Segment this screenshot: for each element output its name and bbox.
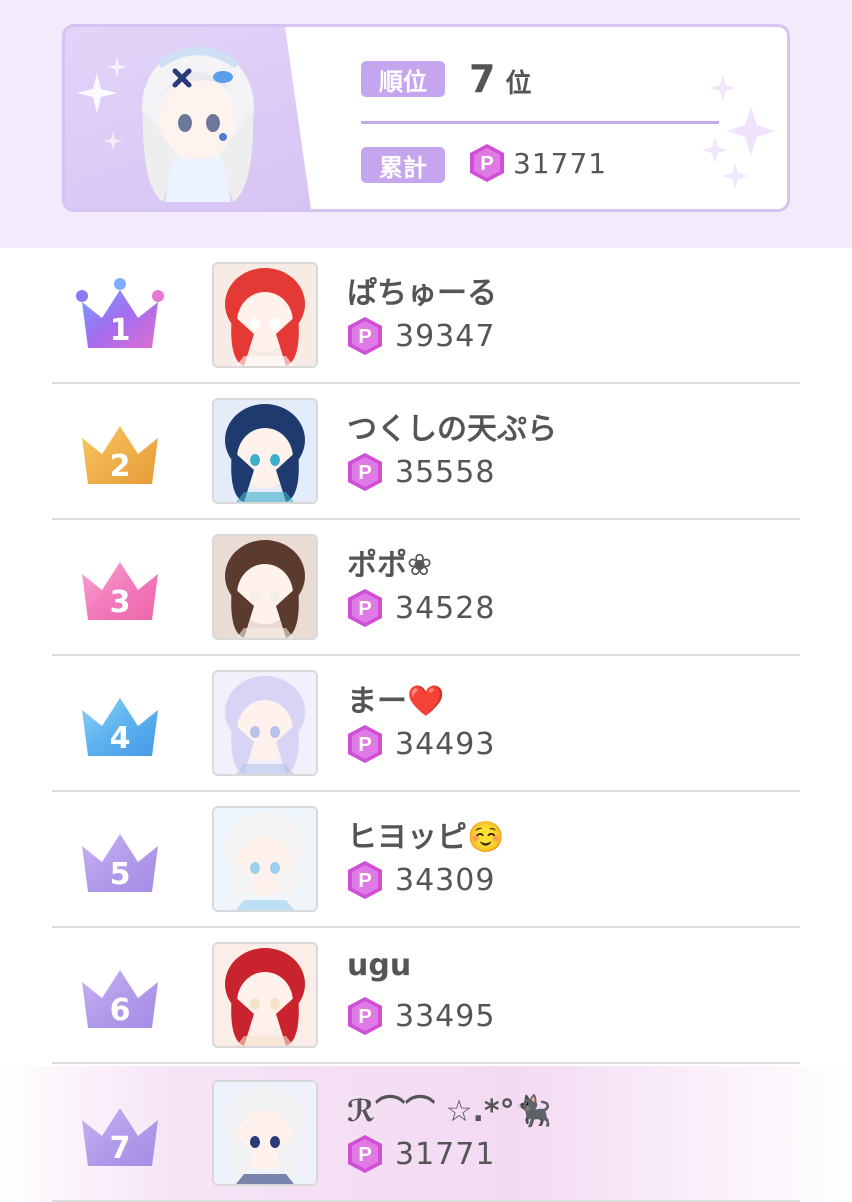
user-points: P 33495 — [347, 996, 495, 1036]
user-name: まー❤️ — [347, 684, 445, 719]
my-rank-value: 7 位 — [469, 57, 532, 101]
crown-icon: 5 — [82, 834, 158, 892]
user-avatar[interactable] — [212, 398, 318, 504]
p-point-icon: P — [347, 452, 383, 492]
my-rank-card: 順位 7 位 累計 P 31771 — [62, 24, 790, 212]
svg-text:P: P — [358, 326, 371, 348]
row-divider — [52, 1062, 800, 1064]
crown-rank-number: 2 — [110, 449, 131, 484]
user-points: P 34493 — [347, 724, 495, 764]
user-points: P 35558 — [347, 452, 495, 492]
svg-text:P: P — [358, 598, 371, 620]
user-points: P 34528 — [347, 588, 495, 628]
ranking-row-4[interactable]: 4 まー❤️ P 34493 — [0, 656, 852, 792]
divider — [361, 121, 719, 124]
user-name: ℛ⌒⌒ ☆.*°🐈‍⬛ — [347, 1094, 552, 1129]
svg-text:P: P — [358, 1144, 371, 1166]
user-name: ugu — [347, 948, 412, 983]
my-total-points: P 31771 — [469, 143, 607, 183]
crown-rank-number: 5 — [110, 857, 131, 892]
svg-text:P: P — [358, 734, 371, 756]
svg-text:P: P — [358, 1006, 371, 1028]
crown-rank-number: 6 — [110, 993, 131, 1028]
p-point-icon: P — [347, 996, 383, 1036]
p-point-icon: P — [347, 860, 383, 900]
user-avatar[interactable] — [212, 1080, 318, 1186]
user-points: P 31771 — [347, 1134, 495, 1174]
user-avatar[interactable] — [212, 942, 318, 1048]
ranking-row-5[interactable]: 5 ヒヨッピ☺️ P 34309 — [0, 792, 852, 928]
crown-rank-number: 7 — [110, 1131, 131, 1166]
p-point-icon: P — [347, 1134, 383, 1174]
user-name: ポポ❀ — [347, 548, 433, 583]
crown-icon: 4 — [82, 698, 158, 756]
ranking-row-7[interactable]: 7 ℛ⌒⌒ ☆.*°🐈‍⬛ P 31771 — [0, 1066, 852, 1202]
total-label-tag: 累計 — [361, 147, 445, 183]
user-name: ぱちゅーる — [347, 276, 497, 311]
svg-text:P: P — [358, 870, 371, 892]
ranking-row-1[interactable]: 1 ぱちゅーる P 39347 — [0, 248, 852, 384]
my-rank-banner: 順位 7 位 累計 P 31771 — [0, 0, 852, 248]
my-avatar-image — [142, 47, 254, 202]
p-point-icon: P — [347, 724, 383, 764]
crown-rank-number: 3 — [110, 585, 131, 620]
user-points: P 34309 — [347, 860, 495, 900]
rank-label-tag: 順位 — [361, 61, 445, 97]
svg-text:P: P — [480, 153, 493, 175]
user-avatar[interactable] — [212, 806, 318, 912]
crown-icon: 3 — [82, 562, 158, 620]
crown-icon: 7 — [82, 1108, 158, 1166]
ranking-row-3[interactable]: 3 ポポ❀ P 34528 — [0, 520, 852, 656]
svg-text:P: P — [358, 462, 371, 484]
crown-icon: 6 — [82, 970, 158, 1028]
ranking-row-2[interactable]: 2 つくしの天ぷら P 35558 — [0, 384, 852, 520]
user-points: P 39347 — [347, 316, 495, 356]
crown-icon: 1 — [76, 278, 164, 348]
crown-rank-number: 4 — [110, 721, 131, 756]
ranking-row-6[interactable]: 6 ugu P 33495 — [0, 928, 852, 1064]
user-name: つくしの天ぷら — [347, 412, 557, 447]
user-avatar[interactable] — [212, 534, 318, 640]
user-avatar[interactable] — [212, 262, 318, 368]
user-avatar[interactable] — [212, 670, 318, 776]
p-point-icon: P — [347, 316, 383, 356]
p-point-icon: P — [347, 588, 383, 628]
crown-icon: 2 — [82, 426, 158, 484]
user-name: ヒヨッピ☺️ — [347, 820, 505, 855]
sparkle-icon — [702, 75, 775, 189]
crown-rank-number: 1 — [110, 313, 131, 348]
p-point-icon: P — [469, 143, 505, 183]
